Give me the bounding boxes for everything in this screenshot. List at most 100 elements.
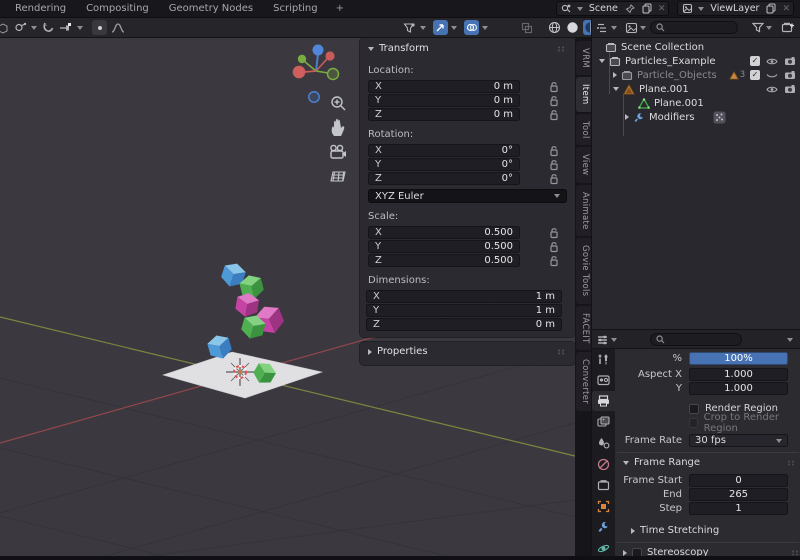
- show-gizmo-button[interactable]: [433, 20, 448, 35]
- rotation-y-field[interactable]: Y0°: [368, 158, 520, 171]
- location-z-field[interactable]: Z0 m: [368, 108, 520, 121]
- properties-search-input[interactable]: [650, 333, 742, 346]
- lock-location-y-icon[interactable]: [549, 95, 559, 107]
- eye-open-icon[interactable]: [766, 57, 778, 66]
- scale-y-field[interactable]: Y0.500: [368, 240, 520, 253]
- sidebar-tab-vrm[interactable]: VRM: [576, 41, 591, 75]
- tab-scene-properties[interactable]: [592, 433, 615, 453]
- transform-orientation-icon[interactable]: [13, 20, 28, 35]
- panel-grip-icon[interactable]: [557, 349, 567, 355]
- aspect-y-field[interactable]: 1.000: [689, 382, 788, 395]
- outliner-row-scene-collection[interactable]: Scene Collection: [592, 40, 800, 54]
- pan-hand-icon[interactable]: [332, 119, 345, 136]
- aspect-x-field[interactable]: 1.000: [689, 368, 788, 381]
- dimension-x-field[interactable]: X1 m: [366, 290, 562, 303]
- scene-selector[interactable]: Scene ✕: [556, 1, 670, 16]
- eye-open-icon[interactable]: [766, 85, 778, 94]
- lock-scale-z-icon[interactable]: [549, 255, 559, 267]
- sidebar-tab-animate[interactable]: Animate: [576, 185, 591, 237]
- sidebar-tab-view[interactable]: View: [576, 147, 591, 182]
- lock-rotation-z-icon[interactable]: [549, 173, 559, 185]
- properties-options-caret[interactable]: [787, 338, 793, 342]
- camera-render-icon[interactable]: [784, 56, 796, 66]
- lock-scale-y-icon[interactable]: [549, 241, 559, 253]
- transform-panel-header[interactable]: Transform: [360, 40, 575, 57]
- scale-x-field[interactable]: X0.500: [368, 226, 520, 239]
- gizmo-x-neg[interactable]: [293, 66, 306, 79]
- properties-editor-caret[interactable]: [611, 338, 617, 342]
- unlink-scene-icon[interactable]: ✕: [658, 4, 666, 14]
- tab-collection-properties[interactable]: [592, 475, 615, 495]
- tab-world-properties[interactable]: [592, 454, 615, 474]
- workspace-tab-rendering[interactable]: Rendering: [6, 1, 75, 16]
- rotation-z-field[interactable]: Z0°: [368, 172, 520, 185]
- sidebar-tab-converter[interactable]: Converter: [576, 352, 591, 411]
- ortho-grid-icon[interactable]: [331, 172, 345, 181]
- viewlayer-selector[interactable]: ViewLayer ✕: [677, 1, 794, 16]
- tab-output-properties[interactable]: [592, 391, 615, 411]
- panel-grip-icon[interactable]: [557, 46, 567, 52]
- collection-checkbox[interactable]: ✓: [750, 70, 760, 80]
- zoom-icon[interactable]: [332, 97, 345, 110]
- outliner-row-plane-001-object[interactable]: Plane.001: [592, 82, 800, 96]
- expand-toggle[interactable]: [625, 114, 629, 120]
- sidebar-tab-faceit[interactable]: FACEIT: [576, 306, 591, 351]
- scene-dropdown-caret[interactable]: [577, 7, 583, 11]
- new-collection-button[interactable]: [781, 21, 795, 34]
- workspace-tab-geometry-nodes[interactable]: Geometry Nodes: [160, 1, 262, 16]
- expand-toggle[interactable]: [613, 87, 619, 91]
- show-overlays-button[interactable]: [464, 20, 479, 35]
- frame-rate-dropdown[interactable]: 30 fps: [689, 434, 788, 447]
- tab-modifier-properties[interactable]: [592, 517, 615, 537]
- camera-render-icon[interactable]: [784, 70, 796, 80]
- outliner-editor-type-button[interactable]: [596, 22, 609, 34]
- gizmo-y-neg[interactable]: [298, 55, 306, 63]
- render-region-checkbox[interactable]: [689, 404, 699, 414]
- tab-tool-properties[interactable]: [592, 349, 615, 369]
- scene-name[interactable]: Scene: [587, 3, 620, 14]
- snap-caret[interactable]: [77, 26, 83, 30]
- viewlayer-dropdown-caret[interactable]: [698, 7, 704, 11]
- properties-editor-type-button[interactable]: [596, 334, 609, 346]
- gizmo-x-pos[interactable]: [325, 51, 334, 60]
- lock-scale-x-icon[interactable]: [549, 227, 559, 239]
- gizmo-caret[interactable]: [451, 26, 457, 30]
- frame-step-field[interactable]: 1: [689, 502, 788, 515]
- outliner-editor-caret[interactable]: [611, 26, 617, 30]
- gizmo-y-pos[interactable]: [328, 69, 339, 80]
- outliner-search-input[interactable]: [650, 21, 738, 34]
- camera-render-icon[interactable]: [784, 84, 796, 94]
- tab-physics-properties[interactable]: [592, 538, 615, 558]
- workspace-tab-compositing[interactable]: Compositing: [77, 1, 158, 16]
- sidebar-tab-govie-tools[interactable]: Govie Tools: [576, 238, 591, 303]
- snap-magnet-icon[interactable]: [40, 20, 55, 35]
- new-scene-button[interactable]: [641, 2, 654, 15]
- editor-type-button[interactable]: [0, 20, 10, 35]
- tab-object-properties[interactable]: [592, 496, 615, 516]
- outliner-row-plane-001-data[interactable]: Plane.001: [592, 96, 800, 110]
- rotation-x-field[interactable]: X0°: [368, 144, 520, 157]
- rotation-mode-dropdown[interactable]: XYZ Euler: [368, 189, 567, 203]
- outliner-row-particles-example[interactable]: Particles_Example ✓: [592, 54, 800, 68]
- expand-toggle[interactable]: [613, 72, 617, 78]
- outliner-row-particle-objects[interactable]: Particle_Objects 3 ✓: [592, 68, 800, 82]
- panel-grip-icon[interactable]: [787, 460, 797, 466]
- frame-start-field[interactable]: 0: [689, 474, 788, 487]
- resolution-percentage-slider[interactable]: 100%: [689, 352, 788, 365]
- location-y-field[interactable]: Y0 m: [368, 94, 520, 107]
- crop-to-render-region-checkbox[interactable]: [689, 418, 698, 428]
- orientation-caret[interactable]: [31, 26, 37, 30]
- tab-view-layer-properties[interactable]: [592, 412, 615, 432]
- camera-view-icon[interactable]: [331, 145, 346, 158]
- eye-closed-icon[interactable]: [766, 71, 778, 80]
- outliner-filter-icon[interactable]: [752, 22, 764, 33]
- dimension-z-field[interactable]: Z0 m: [366, 318, 562, 331]
- proportional-falloff-icon[interactable]: [110, 20, 126, 35]
- lock-location-z-icon[interactable]: [549, 109, 559, 121]
- outliner-row-modifiers[interactable]: Modifiers: [592, 110, 800, 124]
- outliner-display-caret[interactable]: [640, 26, 646, 30]
- tab-render-properties[interactable]: [592, 370, 615, 390]
- outliner-display-mode-icon[interactable]: [625, 22, 638, 34]
- viewport-3d[interactable]: Transform Location: X0 m Y0 m Z0 m: [0, 38, 591, 556]
- toggle-xray-button[interactable]: [519, 20, 534, 35]
